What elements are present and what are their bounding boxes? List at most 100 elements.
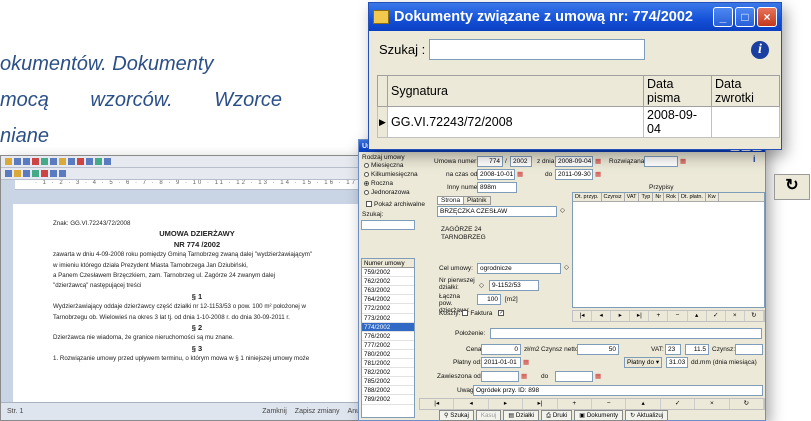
platny-do-input[interactable]: 31.03 [666, 357, 688, 368]
documents-table[interactable]: Sygnatura Data pisma Data zwrotki ▶ GG.V… [377, 75, 780, 138]
od-input[interactable]: 2008-10-01 [477, 169, 515, 180]
maximize-icon[interactable]: □ [735, 7, 755, 27]
dokumenty-button[interactable]: ▣ Dokumenty [574, 410, 624, 421]
cell-sygnatura[interactable]: GG.VI.72243/72/2008 [387, 106, 644, 138]
print-icon[interactable] [23, 158, 30, 165]
list-item[interactable]: 789/2002 [362, 395, 414, 405]
redo-icon[interactable] [68, 158, 75, 165]
grid-column-header[interactable]: Dt. płatn. [679, 193, 706, 201]
refresh-icon[interactable]: ↻ [774, 174, 810, 200]
minimize-icon[interactable]: _ [713, 7, 733, 27]
cena-input[interactable]: 0 [481, 344, 521, 355]
nav-add-icon[interactable]: + [558, 399, 593, 409]
list-item[interactable]: 785/2002 [362, 377, 414, 387]
strona-name[interactable]: BRZĘCZKA CZESŁAW [437, 206, 557, 217]
nav-check-icon[interactable]: ✓ [661, 399, 696, 409]
table-icon[interactable] [23, 170, 30, 177]
inny-input[interactable]: 898m [477, 182, 517, 193]
zawieszona-od-input[interactable] [481, 371, 519, 382]
uwagi-input[interactable]: Ogródek przy. ID: 898 [473, 385, 763, 396]
radio-roczna[interactable]: Roczna [364, 180, 393, 187]
aktualizuj-button[interactable]: ↻ Aktualizuj [625, 410, 669, 421]
grid-column-header[interactable]: Nr [653, 193, 665, 201]
list-item[interactable]: 759/2002 [362, 268, 414, 278]
dzialki-button[interactable]: ▤ Działki [503, 410, 540, 421]
calendar-icon[interactable]: ▦ [517, 170, 523, 178]
search-input[interactable] [429, 39, 646, 60]
przypisy-grid[interactable]: Dt. przyp. Czynsz VAT Typ Nr Rok Dt. płatn. Kw [572, 192, 765, 308]
calendar-icon[interactable]: ▦ [595, 170, 601, 178]
cel-input[interactable]: ogrodnicze [477, 263, 561, 274]
grid-column-header[interactable]: Kw [706, 193, 719, 201]
col-data-zwrotki[interactable]: Data zwrotki [711, 75, 780, 107]
radio-miesieczna[interactable]: Miesięczna [364, 162, 404, 169]
nr-dzialki-input[interactable]: 9-1152/53 [489, 280, 539, 291]
indent-icon[interactable] [14, 170, 21, 177]
nav-delete-icon[interactable]: − [592, 399, 627, 409]
nav-next-icon[interactable]: ▸ [611, 311, 631, 321]
paste-icon[interactable] [50, 158, 57, 165]
polozenie-input[interactable] [490, 328, 762, 339]
szukaj-input[interactable] [361, 220, 415, 230]
eraser-icon[interactable]: ◇ [560, 206, 565, 214]
nav-refresh-icon[interactable]: ↻ [730, 399, 765, 409]
undo-icon[interactable] [59, 158, 66, 165]
list-item[interactable]: 777/2002 [362, 341, 414, 350]
czynsz-input[interactable] [735, 344, 763, 355]
nav-add-icon[interactable]: + [649, 311, 669, 321]
tab-strona[interactable]: Strona [437, 196, 465, 205]
list-item[interactable]: 780/2002 [362, 350, 414, 360]
platny-do-select[interactable]: Płatny do ▾ [624, 357, 662, 368]
nav-cancel-icon[interactable]: × [695, 399, 730, 409]
cut-icon[interactable] [32, 158, 39, 165]
save-changes-button[interactable]: Zapisz zmiany [295, 408, 340, 415]
nav-check-icon[interactable]: ✓ [707, 311, 726, 321]
list-item[interactable]: 781/2002 [362, 359, 414, 369]
open-icon[interactable] [5, 158, 12, 165]
do-input[interactable]: 2011-09-30 [555, 169, 593, 180]
numer-input[interactable]: 774 [477, 156, 503, 167]
list-item[interactable]: 764/2002 [362, 295, 414, 305]
grid-column-header[interactable]: Typ [639, 193, 654, 201]
table-row[interactable]: ▶ GG.VI.72243/72/2008 2008-09-04 [377, 106, 780, 138]
rozwiazana-input[interactable] [644, 156, 678, 167]
close-doc-button[interactable]: Zamknij [262, 408, 287, 415]
nav-delete-icon[interactable]: − [668, 311, 688, 321]
cell-data-zwrotki[interactable] [711, 106, 780, 138]
save-icon[interactable] [14, 158, 21, 165]
szukaj-button[interactable]: ⚲ Szukaj [439, 410, 474, 421]
info-icon[interactable]: i [753, 154, 756, 164]
info-icon[interactable]: i [751, 40, 769, 59]
archiwalne-checkbox[interactable]: Pokaż archiwalne [364, 201, 425, 208]
list-item[interactable]: 788/2002 [362, 386, 414, 396]
eraser-icon[interactable]: ◇ [479, 281, 484, 289]
list-item[interactable]: 772/2002 [362, 304, 414, 314]
nav-refresh-icon[interactable]: ↻ [745, 311, 764, 321]
z-dnia-input[interactable]: 2008-09-04 [555, 156, 593, 167]
grid-column-header[interactable]: VAT [625, 193, 640, 201]
align-icon[interactable] [104, 158, 111, 165]
koszty-field[interactable]: Koszty: Faktura ✓ [439, 310, 506, 317]
cell-data-pisma[interactable]: 2008-09-04 [643, 106, 712, 138]
bold-icon[interactable] [77, 158, 84, 165]
czynsz-netto-input[interactable]: 50 [577, 344, 619, 355]
nav-last-icon[interactable]: ▸| [523, 399, 558, 409]
list-item[interactable]: 782/2002 [362, 368, 414, 378]
close-icon[interactable]: × [757, 7, 777, 27]
grid-column-header[interactable]: Rok [664, 193, 679, 201]
radio-kilkumiesieczna[interactable]: Kilkumiesięczna [364, 171, 418, 178]
rok-input[interactable]: 2002 [510, 156, 532, 167]
zawieszona-do-input[interactable] [555, 371, 593, 382]
druki-button[interactable]: ⎙ Druki [541, 410, 573, 421]
list-item[interactable]: 763/2002 [362, 286, 414, 296]
calendar-icon[interactable]: ▦ [595, 372, 601, 380]
nav-last-icon[interactable]: ▸| [630, 311, 650, 321]
nav-first-icon[interactable]: |◂ [420, 399, 455, 409]
pow-input[interactable]: 100 [477, 294, 501, 305]
vat-amount[interactable]: 11.5 [685, 344, 709, 355]
border-icon[interactable] [50, 170, 57, 177]
calendar-icon[interactable]: ▦ [521, 372, 527, 380]
copy-icon[interactable] [41, 158, 48, 165]
calendar-icon[interactable]: ▦ [595, 157, 601, 165]
col-data-pisma[interactable]: Data pisma [643, 75, 712, 107]
